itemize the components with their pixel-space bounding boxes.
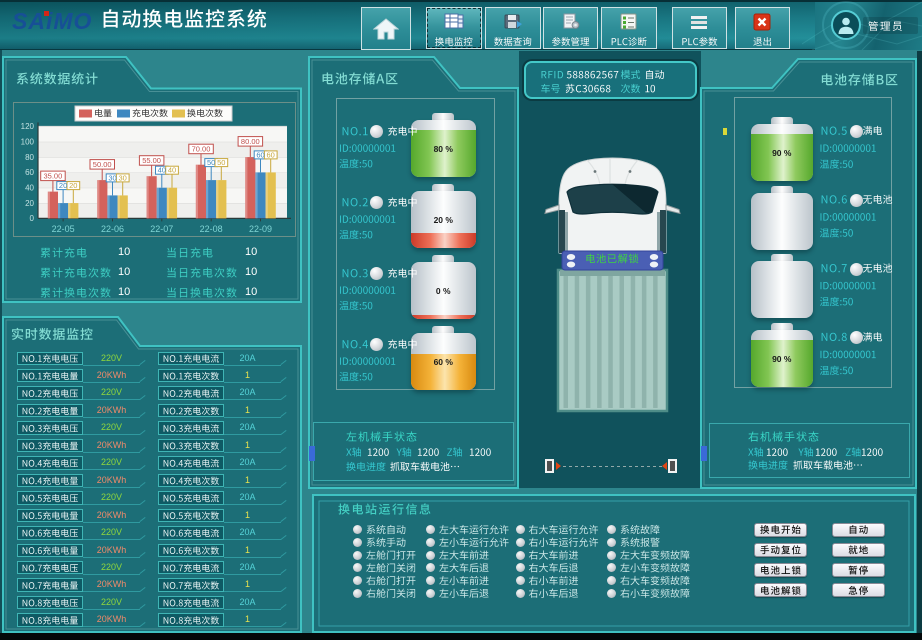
- svg-text:120: 120: [21, 122, 35, 131]
- svg-text:20: 20: [59, 181, 67, 190]
- svg-text:60: 60: [256, 150, 264, 159]
- svg-text:80: 80: [25, 153, 34, 162]
- svg-text:60: 60: [25, 168, 34, 177]
- svg-text:80.00: 80.00: [241, 137, 260, 146]
- svg-text:50: 50: [217, 158, 225, 167]
- svg-text:22-08: 22-08: [200, 224, 223, 234]
- svg-text:22-07: 22-07: [150, 224, 173, 234]
- svg-text:20: 20: [25, 199, 34, 208]
- svg-text:40: 40: [168, 166, 176, 175]
- svg-text:20: 20: [69, 181, 77, 190]
- svg-text:50: 50: [207, 158, 215, 167]
- svg-text:22-09: 22-09: [249, 224, 272, 234]
- svg-text:30: 30: [119, 173, 127, 182]
- svg-text:40: 40: [158, 166, 166, 175]
- svg-text:60: 60: [267, 150, 275, 159]
- svg-text:0: 0: [30, 214, 35, 223]
- svg-text:35.00: 35.00: [44, 172, 63, 181]
- svg-text:70.00: 70.00: [192, 145, 211, 154]
- svg-text:30: 30: [108, 173, 116, 182]
- svg-text:50.00: 50.00: [93, 160, 112, 169]
- svg-text:100: 100: [21, 138, 35, 147]
- svg-text:40: 40: [25, 184, 34, 193]
- svg-text:22-06: 22-06: [101, 224, 124, 234]
- svg-text:22-05: 22-05: [52, 224, 75, 234]
- svg-text:55.00: 55.00: [142, 156, 161, 165]
